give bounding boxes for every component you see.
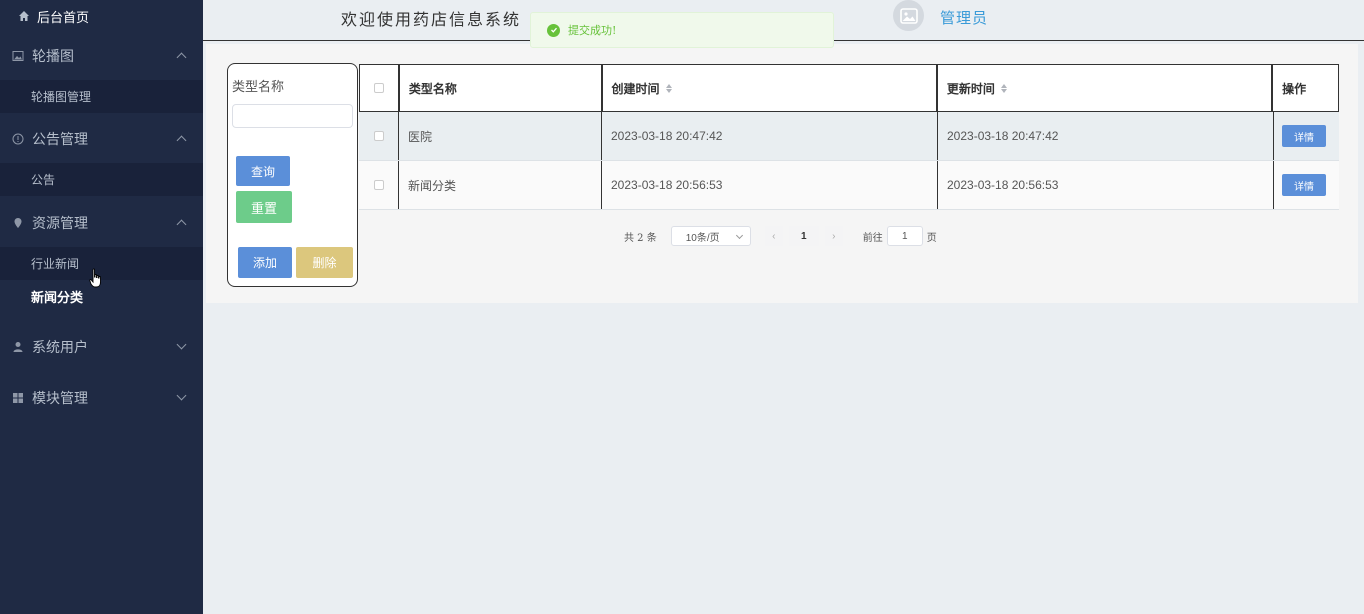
cell-name: 医院 bbox=[399, 112, 602, 160]
sidebar-group-label: 公告管理 bbox=[32, 131, 88, 147]
pagination: 共 2 条 10条/页 ‹ 1 › 前往 1 页 bbox=[624, 226, 937, 246]
delete-button[interactable]: 删除 bbox=[296, 247, 353, 278]
location-pin-icon bbox=[12, 217, 24, 229]
table-row: 新闻分类 2023-03-18 20:56:53 2023-03-18 20:5… bbox=[359, 161, 1339, 210]
sidebar-group-label: 轮播图 bbox=[32, 48, 74, 64]
cell-updated: 2023-03-18 20:56:53 bbox=[938, 161, 1274, 209]
sidebar-group-module[interactable]: 模块管理 bbox=[0, 374, 203, 422]
next-page-button[interactable]: › bbox=[824, 226, 843, 246]
cell-created: 2023-03-18 20:56:53 bbox=[602, 161, 938, 209]
cell-name: 新闻分类 bbox=[399, 161, 602, 209]
column-header-label: 创建时间 bbox=[611, 81, 660, 96]
select-all-cell bbox=[360, 65, 400, 111]
sidebar-home-label: 后台首页 bbox=[37, 9, 90, 25]
row-checkbox[interactable] bbox=[373, 180, 384, 190]
chevron-down-icon bbox=[176, 339, 187, 350]
column-header-action: 操作 bbox=[1282, 81, 1307, 96]
row-select-cell bbox=[359, 161, 399, 209]
column-header-name: 类型名称 bbox=[400, 65, 603, 111]
query-button[interactable]: 查询 bbox=[236, 156, 290, 186]
sidebar-item-home[interactable]: 后台首页 bbox=[0, 0, 203, 32]
hand-cursor-icon bbox=[89, 268, 101, 288]
pagination-total: 共 2 条 bbox=[624, 232, 657, 244]
sidebar-group-notice[interactable]: 公告管理 bbox=[0, 115, 203, 163]
sidebar-group-label: 系统用户 bbox=[32, 339, 88, 355]
sidebar: 后台首页 轮播图 轮播图管理 公告管理 公告 资源管理 行业新闻 新闻分类 系统… bbox=[0, 0, 203, 614]
sidebar-group-label: 模块管理 bbox=[32, 390, 88, 406]
reset-button[interactable]: 重置 bbox=[236, 191, 292, 223]
toast-message: 提交成功! bbox=[568, 24, 617, 37]
cell-action: 详情 bbox=[1274, 161, 1339, 209]
page-number-current[interactable]: 1 bbox=[788, 226, 819, 246]
home-icon bbox=[18, 10, 30, 22]
admin-username[interactable]: 管理员 bbox=[940, 7, 988, 28]
sidebar-item-label: 行业新闻 bbox=[31, 257, 80, 271]
image-icon bbox=[12, 50, 24, 62]
chevron-up-icon bbox=[176, 219, 187, 230]
image-placeholder-icon bbox=[899, 7, 918, 24]
table-header-row: 类型名称 创建时间 更新时间 操作 bbox=[359, 64, 1339, 112]
prev-page-button[interactable]: ‹ bbox=[764, 226, 783, 246]
grid-icon bbox=[12, 392, 24, 404]
row-select-cell bbox=[359, 112, 399, 160]
info-circle-icon bbox=[12, 133, 24, 145]
add-button[interactable]: 添加 bbox=[238, 247, 292, 278]
success-toast: 提交成功! bbox=[530, 12, 834, 48]
page-size-select[interactable]: 10条/页 bbox=[670, 226, 751, 246]
chevron-up-icon bbox=[176, 135, 187, 146]
sort-icon[interactable] bbox=[665, 83, 672, 93]
goto-label: 前往 bbox=[862, 232, 883, 244]
sidebar-item-label: 新闻分类 bbox=[31, 290, 84, 305]
sidebar-group-carousel[interactable]: 轮播图 bbox=[0, 32, 203, 80]
sidebar-item-label: 公告 bbox=[31, 173, 56, 187]
column-header-updated[interactable]: 更新时间 bbox=[938, 65, 1274, 111]
column-header-label: 更新时间 bbox=[946, 81, 995, 96]
table-row: 医院 2023-03-18 20:47:42 2023-03-18 20:47:… bbox=[359, 112, 1339, 161]
sidebar-group-label: 资源管理 bbox=[32, 215, 88, 231]
page-suffix-label: 页 bbox=[926, 232, 937, 244]
sort-icon[interactable] bbox=[1000, 83, 1007, 93]
search-form: 类型名称 查询 重置 添加 删除 bbox=[227, 63, 358, 287]
sidebar-item-label: 轮播图管理 bbox=[31, 90, 92, 104]
detail-button[interactable]: 详情 bbox=[1282, 174, 1326, 196]
detail-button[interactable]: 详情 bbox=[1282, 125, 1326, 147]
row-checkbox[interactable] bbox=[373, 131, 384, 141]
select-all-checkbox[interactable] bbox=[373, 83, 384, 93]
chevron-up-icon bbox=[176, 52, 187, 63]
column-header-created[interactable]: 创建时间 bbox=[603, 65, 938, 111]
check-circle-icon bbox=[547, 23, 560, 37]
welcome-title: 欢迎使用药店信息系统 bbox=[341, 10, 522, 29]
goto-page-input[interactable]: 1 bbox=[886, 226, 923, 246]
cell-action: 详情 bbox=[1274, 112, 1339, 160]
chevron-down-icon bbox=[176, 390, 187, 401]
sidebar-group-system-user[interactable]: 系统用户 bbox=[0, 323, 203, 371]
sidebar-item-notice[interactable]: 公告 bbox=[0, 163, 203, 196]
type-name-label: 类型名称 bbox=[232, 79, 285, 94]
user-icon bbox=[12, 341, 24, 353]
type-name-input[interactable] bbox=[232, 104, 353, 128]
sidebar-item-carousel-manage[interactable]: 轮播图管理 bbox=[0, 80, 203, 113]
cell-updated: 2023-03-18 20:47:42 bbox=[938, 112, 1274, 160]
avatar[interactable] bbox=[893, 0, 924, 31]
sidebar-group-resource[interactable]: 资源管理 bbox=[0, 199, 203, 247]
cell-created: 2023-03-18 20:47:42 bbox=[602, 112, 938, 160]
